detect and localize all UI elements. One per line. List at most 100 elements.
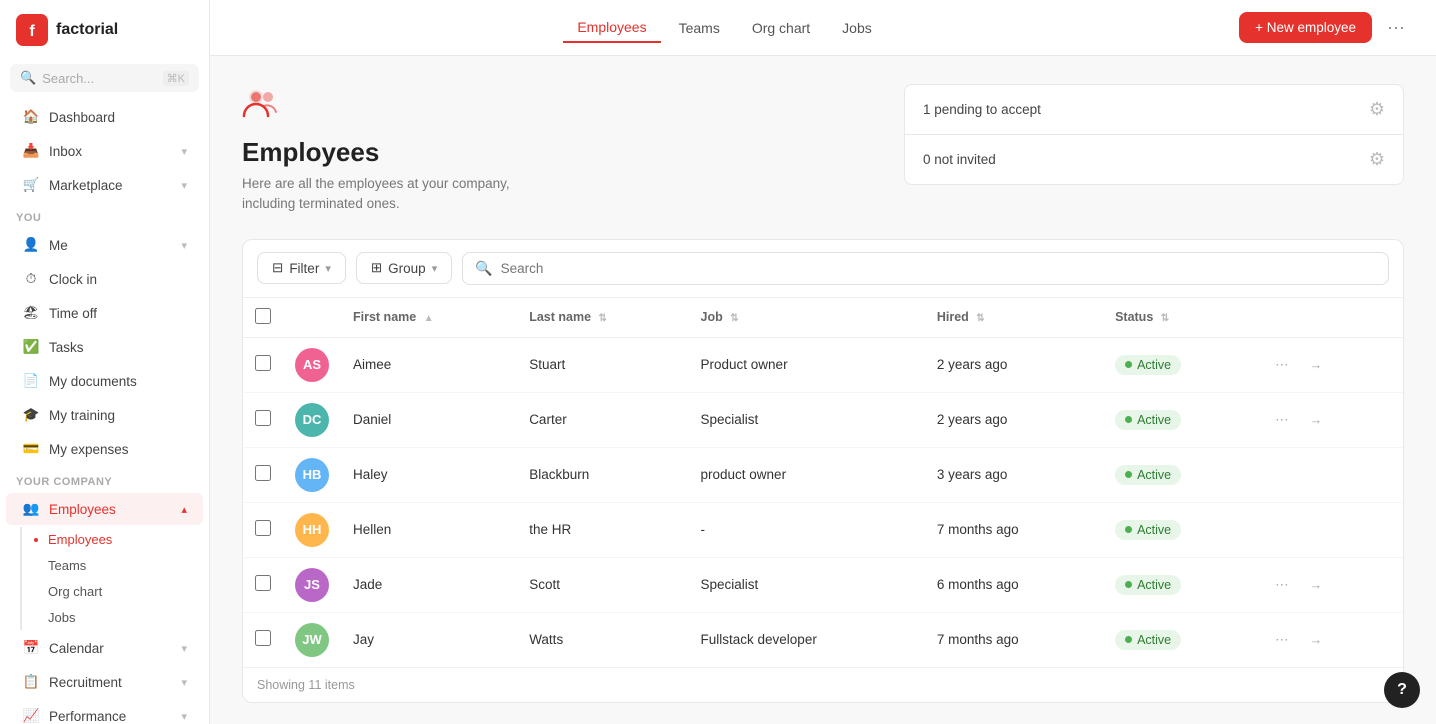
sidebar-item-employees[interactable]: 👥 Employees ▴ [6, 493, 203, 525]
chevron-down-icon: ▾ [325, 262, 331, 275]
row-actions: ⋯ → [1267, 625, 1391, 655]
filter-button[interactable]: ⊟ Filter ▾ [257, 252, 346, 284]
row-status: Active [1103, 612, 1255, 667]
page-header: Employees Here are all the employees at … [242, 84, 1404, 215]
row-checkbox[interactable] [255, 465, 271, 481]
topnav-link-jobs[interactable]: Jobs [828, 14, 886, 42]
not-invited-gear-icon[interactable]: ⚙ [1369, 149, 1385, 170]
row-last-name: the HR [517, 502, 688, 557]
training-icon: 🎓 [22, 406, 40, 424]
avatar: JW [295, 623, 329, 657]
sidebar-item-label: My training [49, 408, 115, 423]
status-dot [1125, 416, 1132, 423]
status-header[interactable]: Status ⇅ [1103, 298, 1255, 338]
group-button[interactable]: ⊞ Group ▾ [356, 252, 452, 284]
row-actions: ⋯ → [1267, 350, 1391, 380]
topnav-link-org-chart[interactable]: Org chart [738, 14, 824, 42]
sidebar-submenu-item-employees[interactable]: Employees [16, 527, 203, 552]
documents-icon: 📄 [22, 372, 40, 390]
sidebar-item-performance[interactable]: 📈 Performance ▾ [6, 700, 203, 724]
row-checkbox[interactable] [255, 355, 271, 371]
sidebar-logo[interactable]: f factorial [0, 0, 209, 60]
calendar-icon: 📅 [22, 639, 40, 657]
row-open-button[interactable]: → [1301, 405, 1331, 435]
svg-text:f: f [29, 23, 35, 40]
dashboard-icon: 🏠 [22, 108, 40, 126]
last-name-header[interactable]: Last name ⇅ [517, 298, 688, 338]
sidebar-submenu-item-teams[interactable]: Teams [16, 553, 203, 578]
page-header-right: 1 pending to accept ⚙ 0 not invited ⚙ [904, 84, 1404, 215]
pending-gear-icon[interactable]: ⚙ [1369, 99, 1385, 120]
row-first-name: Jade [341, 557, 517, 612]
row-more-button[interactable]: ⋯ [1267, 350, 1297, 380]
help-button[interactable]: ? [1384, 672, 1420, 708]
sidebar-submenu-item-org-chart[interactable]: Org chart [16, 579, 203, 604]
chevron-down-icon: ▾ [181, 179, 187, 192]
chevron-down-icon: ▾ [181, 642, 187, 655]
sidebar-item-recruitment[interactable]: 📋 Recruitment ▾ [6, 666, 203, 698]
row-more-button[interactable]: ⋯ [1267, 405, 1297, 435]
first-name-header[interactable]: First name ▲ [341, 298, 517, 338]
sidebar-item-clock-in[interactable]: ⏱ Clock in [6, 263, 203, 295]
sort-icon: ⇅ [1161, 313, 1169, 324]
table-search-input[interactable] [501, 261, 1376, 276]
table-row: JW Jay Watts Fullstack developer 7 month… [243, 612, 1403, 667]
sidebar-search[interactable]: 🔍 Search... ⌘K [10, 64, 199, 92]
select-all-checkbox[interactable] [255, 308, 271, 324]
chevron-down-icon: ▾ [432, 262, 438, 275]
more-options-button[interactable]: ··· [1380, 12, 1412, 44]
row-checkbox[interactable] [255, 575, 271, 591]
row-hired: 7 months ago [925, 502, 1103, 557]
row-more-button[interactable]: ⋯ [1267, 570, 1297, 600]
sidebar-item-inbox[interactable]: 📥 Inbox ▾ [6, 135, 203, 167]
sidebar-item-dashboard[interactable]: 🏠 Dashboard [6, 101, 203, 133]
row-checkbox[interactable] [255, 410, 271, 426]
avatar: DC [295, 403, 329, 437]
not-invited-card: 0 not invited ⚙ [904, 134, 1404, 185]
status-badge: Active [1115, 630, 1181, 650]
row-actions-cell: ⋯ → [1255, 557, 1403, 612]
sidebar-item-label: Time off [49, 306, 97, 321]
top-nav: Employees Teams Org chart Jobs + New emp… [210, 0, 1436, 56]
group-label: Group [388, 261, 426, 276]
sidebar-item-calendar[interactable]: 📅 Calendar ▾ [6, 632, 203, 664]
table-row: HH Hellen the HR - 7 months ago Active [243, 502, 1403, 557]
new-employee-button[interactable]: + New employee [1239, 12, 1372, 43]
row-actions-cell: ⋯ → [1255, 612, 1403, 667]
row-status: Active [1103, 447, 1255, 502]
sidebar-item-my-training[interactable]: 🎓 My training [6, 399, 203, 431]
sidebar-item-label: Tasks [49, 340, 84, 355]
table-row: DC Daniel Carter Specialist 2 years ago … [243, 392, 1403, 447]
row-open-button[interactable]: → [1301, 570, 1331, 600]
job-header[interactable]: Job ⇅ [689, 298, 925, 338]
row-open-button[interactable]: → [1301, 350, 1331, 380]
sidebar-item-me[interactable]: 👤 Me ▾ [6, 229, 203, 261]
row-status: Active [1103, 557, 1255, 612]
sidebar-item-marketplace[interactable]: 🛒 Marketplace ▾ [6, 169, 203, 201]
row-checkbox-cell [243, 557, 283, 612]
sidebar-submenu-item-jobs[interactable]: Jobs [16, 605, 203, 630]
row-avatar-cell: HH [283, 502, 341, 557]
hired-header[interactable]: Hired ⇅ [925, 298, 1103, 338]
row-job: Product owner [689, 337, 925, 392]
status-badge: Active [1115, 520, 1181, 540]
row-open-button[interactable]: → [1301, 625, 1331, 655]
search-icon: 🔍 [20, 70, 36, 86]
topnav-link-teams[interactable]: Teams [665, 14, 734, 42]
submenu-item-label: Org chart [48, 584, 102, 599]
row-more-button[interactable]: ⋯ [1267, 625, 1297, 655]
pending-card: 1 pending to accept ⚙ [904, 84, 1404, 134]
topnav-link-employees[interactable]: Employees [563, 13, 660, 43]
status-dot [1125, 581, 1132, 588]
sidebar-item-time-off[interactable]: 🏖 Time off [6, 297, 203, 329]
row-checkbox[interactable] [255, 630, 271, 646]
not-invited-text: 0 not invited [923, 152, 996, 167]
sidebar-item-my-expenses[interactable]: 💳 My expenses [6, 433, 203, 465]
sidebar-item-my-documents[interactable]: 📄 My documents [6, 365, 203, 397]
row-hired: 2 years ago [925, 337, 1103, 392]
row-actions-cell [1255, 447, 1403, 502]
table-search-bar[interactable]: 🔍 [462, 252, 1389, 285]
sidebar-item-tasks[interactable]: ✅ Tasks [6, 331, 203, 363]
row-first-name: Hellen [341, 502, 517, 557]
row-checkbox[interactable] [255, 520, 271, 536]
